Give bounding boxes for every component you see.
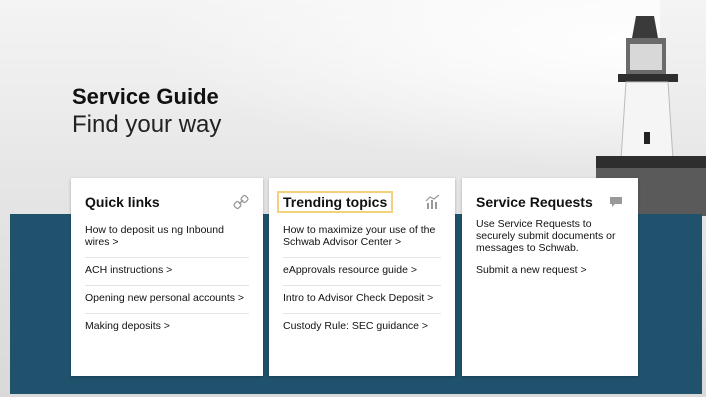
quick-links-card: Quick links How to deposit us ng Inbound… [71,178,263,376]
card-header: Quick links [85,190,249,214]
quick-link-ach-instructions[interactable]: ACH instructions > [85,258,249,286]
trending-link-custody-rule[interactable]: Custody Rule: SEC guidance > [283,314,441,341]
quick-link-making-deposits[interactable]: Making deposits > [85,314,249,341]
page-subtitle: Find your way [72,111,222,138]
card-header: Trending topics [277,190,441,214]
hero-text: Service Guide Find your way [72,84,221,140]
submit-request-link[interactable]: Submit a new request > [476,264,624,276]
trending-topics-card: Trending topics How to maximize your use… [269,178,455,376]
quick-link-inbound-wires[interactable]: How to deposit us ng Inbound wires > [85,218,249,258]
trending-link-eapprovals[interactable]: eApprovals resource guide > [283,258,441,286]
service-requests-description: Use Service Requests to securely submit … [476,218,616,254]
service-requests-card: Service Requests Use Service Requests to… [462,178,638,376]
link-icon [233,194,249,210]
card-header: Service Requests [476,190,624,214]
card-title: Service Requests [476,194,593,210]
page-title: Service Guide [72,84,219,109]
chat-bubble-icon [610,197,622,207]
card-title: Trending topics [277,191,394,213]
quick-link-opening-accounts[interactable]: Opening new personal accounts > [85,286,249,314]
chart-icon [425,194,440,209]
card-title: Quick links [85,194,160,210]
trending-link-check-deposit[interactable]: Intro to Advisor Check Deposit > [283,286,441,314]
trending-link-advisor-center[interactable]: How to maximize your use of the Schwab A… [283,218,441,258]
